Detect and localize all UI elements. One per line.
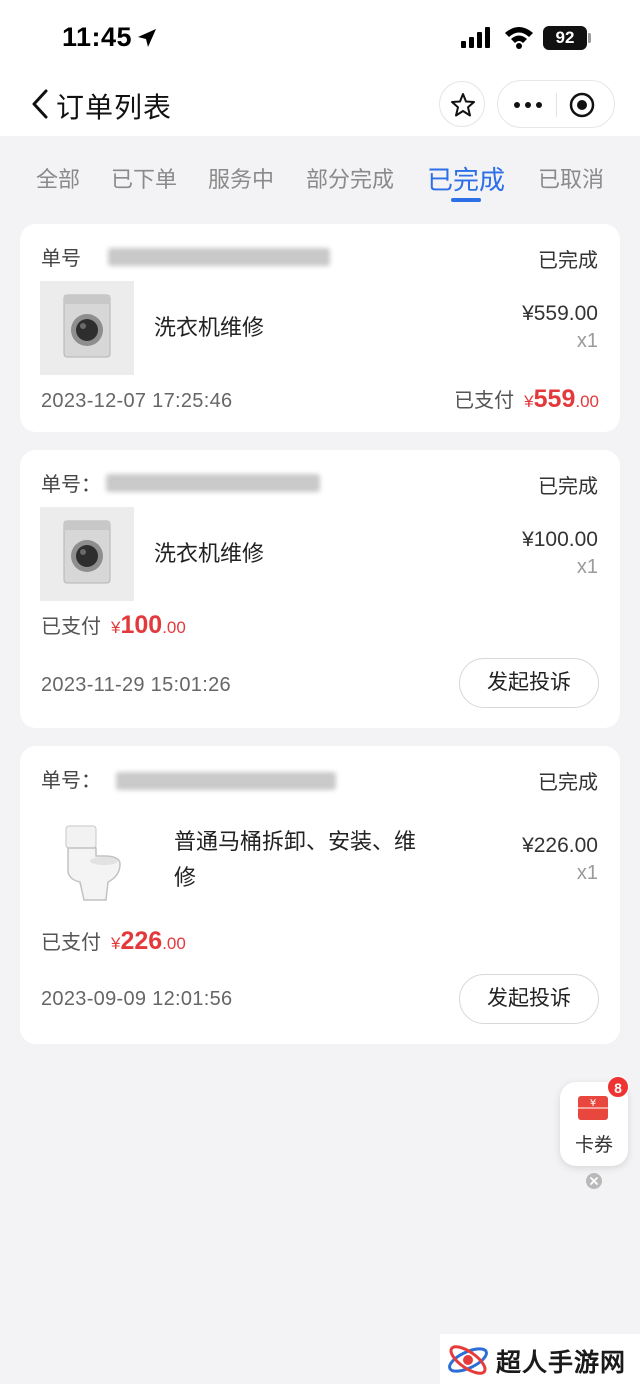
close-icon[interactable] (585, 1172, 603, 1190)
order-status: 已完成 (538, 476, 598, 498)
order-status: 已完成 (538, 772, 598, 794)
item-price: ¥226.00 (522, 834, 598, 857)
battery-cap (588, 33, 591, 43)
product-thumbnail (40, 816, 134, 910)
paid-label: 已支付 (454, 390, 515, 412)
capsule-divider (556, 93, 557, 117)
paid-decimal: .00 (162, 618, 186, 637)
order-number-redacted (108, 248, 330, 266)
order-number-label: 单号： (41, 770, 101, 792)
order-number-label: 单号： (41, 474, 101, 496)
tab-in-service[interactable]: 服务中 (208, 162, 274, 194)
order-card[interactable]: 单号： 已完成 洗衣机维修 ¥100.00 x1 已支付 ¥100.00 2023… (20, 450, 620, 728)
order-card[interactable]: 单号 已完成 洗衣机维修 ¥559.00 x1 2023-12-07 17:25… (20, 224, 620, 432)
paid-amount: 已支付 ¥226.00 (41, 926, 186, 956)
status-time: 11:45 (62, 22, 133, 52)
order-number-label: 单号 (41, 248, 81, 270)
order-time: 2023-09-09 12:01:56 (41, 988, 233, 1010)
active-tab-indicator (451, 198, 481, 202)
paid-amount: 已支付 ¥100.00 (41, 610, 186, 640)
site-watermark: 超人手游网 (440, 1334, 640, 1384)
item-quantity: x1 (576, 862, 598, 884)
item-name: 洗衣机维修 (154, 541, 265, 566)
paid-integer: 226 (120, 927, 163, 955)
product-thumbnail (40, 507, 134, 601)
item-name-continued: 修 (174, 865, 197, 890)
paid-integer: 559 (533, 385, 576, 413)
favorite-button[interactable] (439, 81, 485, 127)
nav-bar: 订单列表 (0, 74, 640, 136)
paid-decimal: .00 (575, 392, 599, 411)
more-dots-icon[interactable] (512, 97, 544, 113)
coupon-label: 卡券 (574, 1135, 613, 1156)
order-time: 2023-12-07 17:25:46 (41, 390, 233, 412)
item-price: ¥559.00 (522, 302, 598, 325)
order-number-redacted (116, 772, 336, 790)
order-number-redacted (106, 474, 320, 492)
item-quantity: x1 (576, 556, 598, 578)
paid-label: 已支付 (41, 932, 101, 954)
watermark-logo-icon (448, 1345, 488, 1375)
coupon-count-badge: 8 (607, 1076, 629, 1098)
close-mini-program-icon[interactable] (568, 91, 596, 119)
toilet-icon (65, 825, 121, 901)
tab-all[interactable]: 全部 (36, 162, 80, 194)
wifi-icon (505, 27, 533, 49)
item-name: 洗衣机维修 (154, 315, 265, 340)
paid-label: 已支付 (41, 616, 101, 638)
svg-text:¥: ¥ (590, 1098, 596, 1109)
tab-partially-completed[interactable]: 部分完成 (306, 162, 394, 194)
paid-integer: 100 (120, 611, 163, 639)
order-card[interactable]: 单号： 已完成 普通马桶拆卸、安装、维 修 ¥226.00 x1 已支付 ¥226… (20, 746, 620, 1044)
back-chevron-icon[interactable] (30, 88, 50, 120)
order-status: 已完成 (538, 250, 598, 272)
paid-currency: ¥ (524, 392, 534, 411)
battery-indicator: 92 (543, 26, 587, 50)
item-quantity: x1 (576, 330, 598, 352)
status-bar: 11:45 92 (0, 0, 640, 74)
file-complaint-button[interactable]: 发起投诉 (459, 658, 599, 708)
tab-completed[interactable]: 已完成 (427, 160, 505, 197)
status-tabs: 全部 已下单 服务中 部分完成 已完成 已取消 (0, 136, 640, 218)
item-name: 普通马桶拆卸、安装、维 (174, 829, 417, 854)
tab-ordered[interactable]: 已下单 (111, 162, 177, 194)
order-time: 2023-11-29 15:01:26 (41, 674, 231, 696)
star-icon (451, 93, 475, 117)
mini-program-capsule (497, 80, 615, 128)
file-complaint-button[interactable]: 发起投诉 (459, 974, 599, 1024)
watermark-text: 超人手游网 (496, 1349, 627, 1377)
coupon-icon: ¥ (578, 1096, 608, 1120)
location-arrow-icon (138, 29, 156, 47)
tab-cancelled[interactable]: 已取消 (538, 162, 604, 194)
product-thumbnail (40, 281, 134, 375)
item-price: ¥100.00 (522, 528, 598, 551)
paid-decimal: .00 (162, 934, 186, 953)
page-title: 订单列表 (56, 92, 173, 123)
cellular-signal-icon (461, 27, 490, 48)
paid-amount: 已支付 ¥559.00 (454, 384, 599, 414)
washing-machine-icon (63, 520, 111, 584)
washing-machine-icon (63, 294, 111, 358)
